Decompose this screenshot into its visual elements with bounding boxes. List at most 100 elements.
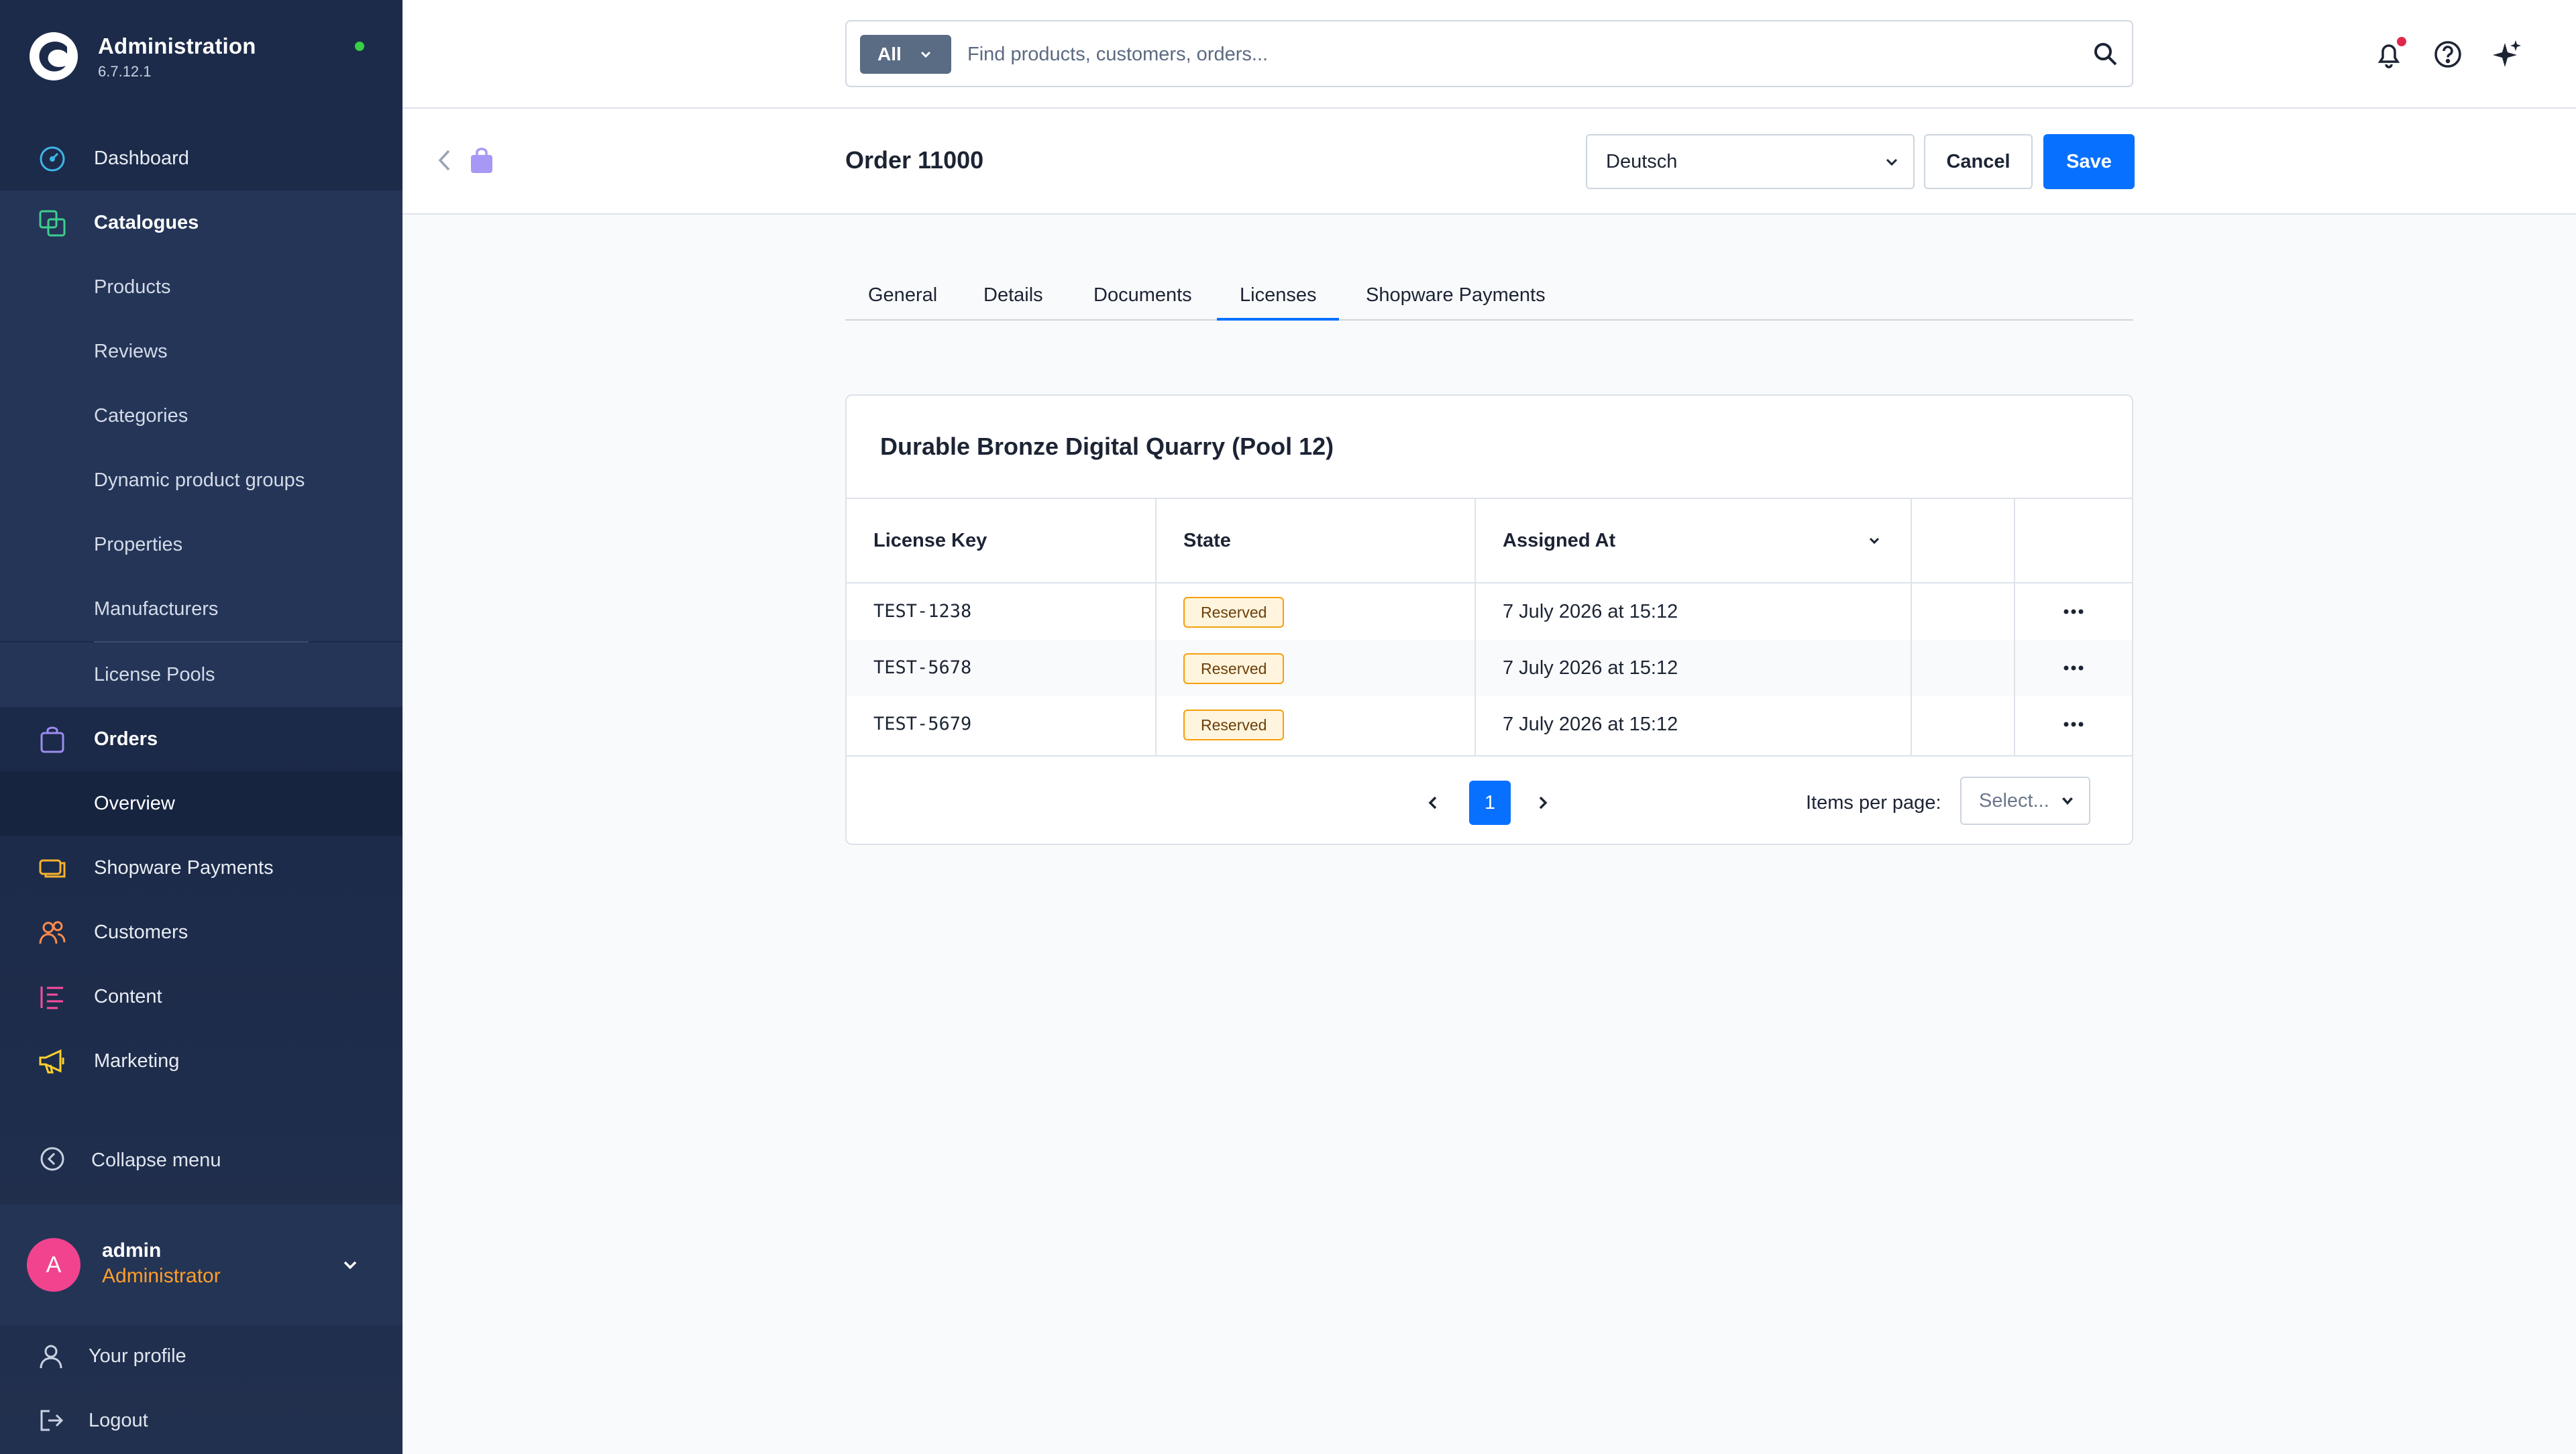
shopware-logo-icon[interactable] [28, 31, 79, 82]
column-divider [1155, 499, 1157, 755]
tab-general[interactable]: General [845, 271, 960, 319]
card-title: Durable Bronze Digital Quarry (Pool 12) [880, 433, 1334, 460]
user-menu[interactable]: A admin Administrator [0, 1205, 402, 1325]
chevron-down-icon [1886, 158, 1898, 166]
sidebar-item-label: Reviews [94, 341, 168, 362]
logout-link[interactable]: Logout [0, 1388, 402, 1453]
shopping-bag-icon [471, 148, 492, 173]
sidebar: Administration 6.7.12.1 Dashboard Catalo… [0, 0, 402, 1454]
users-icon [39, 921, 66, 944]
payment-card-icon [39, 859, 66, 878]
sidebar-item-label: Properties [94, 534, 183, 555]
sidebar-item-label: Orders [94, 728, 158, 750]
search-icon[interactable] [2092, 40, 2120, 68]
user-role: Administrator [102, 1265, 221, 1287]
online-status-indicator [355, 42, 364, 51]
page-title: Order 11000 [845, 146, 984, 174]
column-header-assigned-at[interactable]: Assigned At [1503, 499, 1615, 582]
your-profile-label: Your profile [89, 1345, 186, 1367]
items-per-page-label: Items per page: [1806, 792, 1941, 814]
sidebar-item-dashboard[interactable]: Dashboard [0, 126, 402, 190]
top-bar: All [402, 0, 2576, 109]
sidebar-item-overview[interactable]: Overview [0, 771, 402, 836]
app-version: 6.7.12.1 [98, 63, 152, 80]
sidebar-item-orders[interactable]: Orders [0, 707, 402, 771]
assigned-at-cell: 7 July 2026 at 15:12 [1503, 601, 1678, 622]
shopping-bag-icon [40, 726, 64, 753]
tab-documents[interactable]: Documents [1071, 271, 1215, 319]
more-actions-icon[interactable] [2062, 606, 2085, 617]
sidebar-item-categories[interactable]: Categories [0, 384, 402, 448]
tab-shopware-payments[interactable]: Shopware Payments [1343, 271, 1568, 319]
sidebar-item-dynamic-product-groups[interactable]: Dynamic product groups [0, 448, 402, 512]
column-divider [2014, 499, 2015, 755]
status-badge: Reserved [1183, 710, 1285, 740]
sidebar-item-catalogues[interactable]: Catalogues [0, 190, 402, 255]
sidebar-item-label: Overview [94, 793, 175, 814]
your-profile-link[interactable]: Your profile [0, 1324, 402, 1388]
sidebar-item-manufacturers[interactable]: Manufacturers [0, 577, 402, 641]
notification-indicator [2397, 37, 2406, 46]
table-row: TEST-1238 Reserved 7 July 2026 at 15:12 [847, 583, 2132, 640]
collapse-menu-button[interactable]: Collapse menu [0, 1128, 402, 1192]
sidebar-item-label: Marketing [94, 1050, 180, 1072]
tab-details[interactable]: Details [961, 271, 1066, 319]
license-key-cell: TEST-5679 [873, 714, 972, 734]
stacked-squares-icon [39, 210, 66, 237]
pagination-prev-icon[interactable] [1424, 793, 1444, 813]
circle-chevron-left-icon [40, 1147, 64, 1171]
save-button[interactable]: Save [2043, 134, 2135, 189]
content-list-icon [40, 987, 63, 1009]
license-key-cell: TEST-1238 [873, 601, 972, 622]
search-scope-dropdown[interactable]: All [860, 35, 951, 74]
language-select-value: Deutsch [1606, 151, 1678, 172]
user-name: admin [102, 1239, 162, 1262]
licenses-table: License Key State Assigned At TEST-1238 … [847, 498, 2132, 757]
table-row: TEST-5678 Reserved 7 July 2026 at 15:12 [847, 640, 2132, 696]
sort-chevron-down-icon[interactable] [1866, 533, 1882, 549]
sidebar-item-customers[interactable]: Customers [0, 900, 402, 964]
pagination-page-button[interactable]: 1 [1469, 781, 1511, 825]
sidebar-item-label: Content [94, 986, 162, 1007]
column-header-license-key[interactable]: License Key [873, 499, 987, 582]
search-input[interactable] [967, 31, 2041, 78]
question-circle-icon[interactable] [2431, 38, 2465, 71]
items-per-page-select[interactable]: Select... [1960, 777, 2090, 825]
sidebar-item-label: Categories [94, 405, 189, 427]
sidebar-item-reviews[interactable]: Reviews [0, 319, 402, 384]
sidebar-item-label: Dashboard [94, 148, 189, 169]
sidebar-item-license-pools[interactable]: License Pools [0, 642, 402, 707]
global-search: All [845, 20, 2133, 87]
tab-licenses[interactable]: Licenses [1217, 271, 1340, 321]
column-divider [1474, 499, 1476, 755]
language-select[interactable]: Deutsch [1586, 134, 1915, 189]
sidebar-item-label: Manufacturers [94, 598, 219, 620]
items-per-page-value: Select... [1979, 790, 2049, 812]
app-title: Administration [98, 34, 256, 58]
more-actions-icon[interactable] [2062, 663, 2085, 673]
search-scope-label: All [877, 44, 902, 64]
megaphone-icon [39, 1049, 64, 1074]
sidebar-item-content[interactable]: Content [0, 964, 402, 1029]
sidebar-item-marketing[interactable]: Marketing [0, 1029, 402, 1093]
column-header-state[interactable]: State [1183, 499, 1231, 582]
sparkle-icon[interactable] [2490, 38, 2524, 71]
collapse-menu-label: Collapse menu [91, 1150, 221, 1171]
chevron-down-icon[interactable] [338, 1253, 362, 1277]
chevron-left-icon[interactable] [432, 147, 459, 174]
table-row: TEST-5679 Reserved 7 July 2026 at 15:12 [847, 696, 2132, 752]
sidebar-item-products[interactable]: Products [0, 255, 402, 319]
sidebar-item-properties[interactable]: Properties [0, 512, 402, 577]
sidebar-item-shopware-payments[interactable]: Shopware Payments [0, 836, 402, 900]
pagination-next-icon[interactable] [1532, 793, 1552, 813]
gauge-icon [40, 146, 65, 172]
sidebar-divider [94, 641, 309, 642]
logout-label: Logout [89, 1410, 148, 1431]
license-key-cell: TEST-5678 [873, 657, 972, 678]
license-pool-card: Durable Bronze Digital Quarry (Pool 12) … [845, 394, 2133, 845]
more-actions-icon[interactable] [2062, 719, 2085, 730]
status-badge: Reserved [1183, 653, 1285, 684]
cancel-button[interactable]: Cancel [1924, 134, 2033, 189]
sidebar-item-label: Catalogues [94, 212, 199, 233]
assigned-at-cell: 7 July 2026 at 15:12 [1503, 714, 1678, 735]
